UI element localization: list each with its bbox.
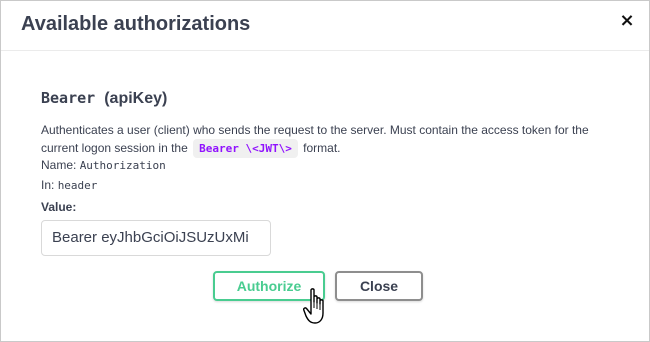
authorize-button[interactable]: Authorize: [213, 271, 325, 301]
description-code: Bearer \<JWT\>: [193, 139, 298, 158]
scheme-type: (apiKey): [104, 90, 168, 107]
close-icon[interactable]: ×: [619, 12, 635, 30]
modal-header: Available authorizations ×: [1, 1, 649, 51]
description-text-end: format.: [303, 141, 341, 155]
value-input[interactable]: Bearer eyJhbGciOiJSUzUxMi: [41, 220, 271, 256]
scheme-in-line: In: header: [41, 178, 97, 192]
in-value: header: [57, 179, 98, 192]
value-label: Value:: [41, 200, 77, 214]
modal-title: Available authorizations: [21, 13, 251, 35]
authorizations-modal: Available authorizations × Bearer (apiKe…: [0, 0, 650, 342]
scheme-name: Bearer: [41, 89, 96, 107]
scheme-name-line: Name: Authorization: [41, 158, 166, 172]
name-label: Name:: [41, 158, 77, 172]
in-label: In:: [41, 178, 55, 192]
scheme-description: Authenticates a user (client) who sends …: [41, 122, 611, 158]
name-value: Authorization: [79, 159, 166, 172]
close-button[interactable]: Close: [335, 271, 423, 301]
scheme-title: Bearer (apiKey): [41, 89, 167, 108]
